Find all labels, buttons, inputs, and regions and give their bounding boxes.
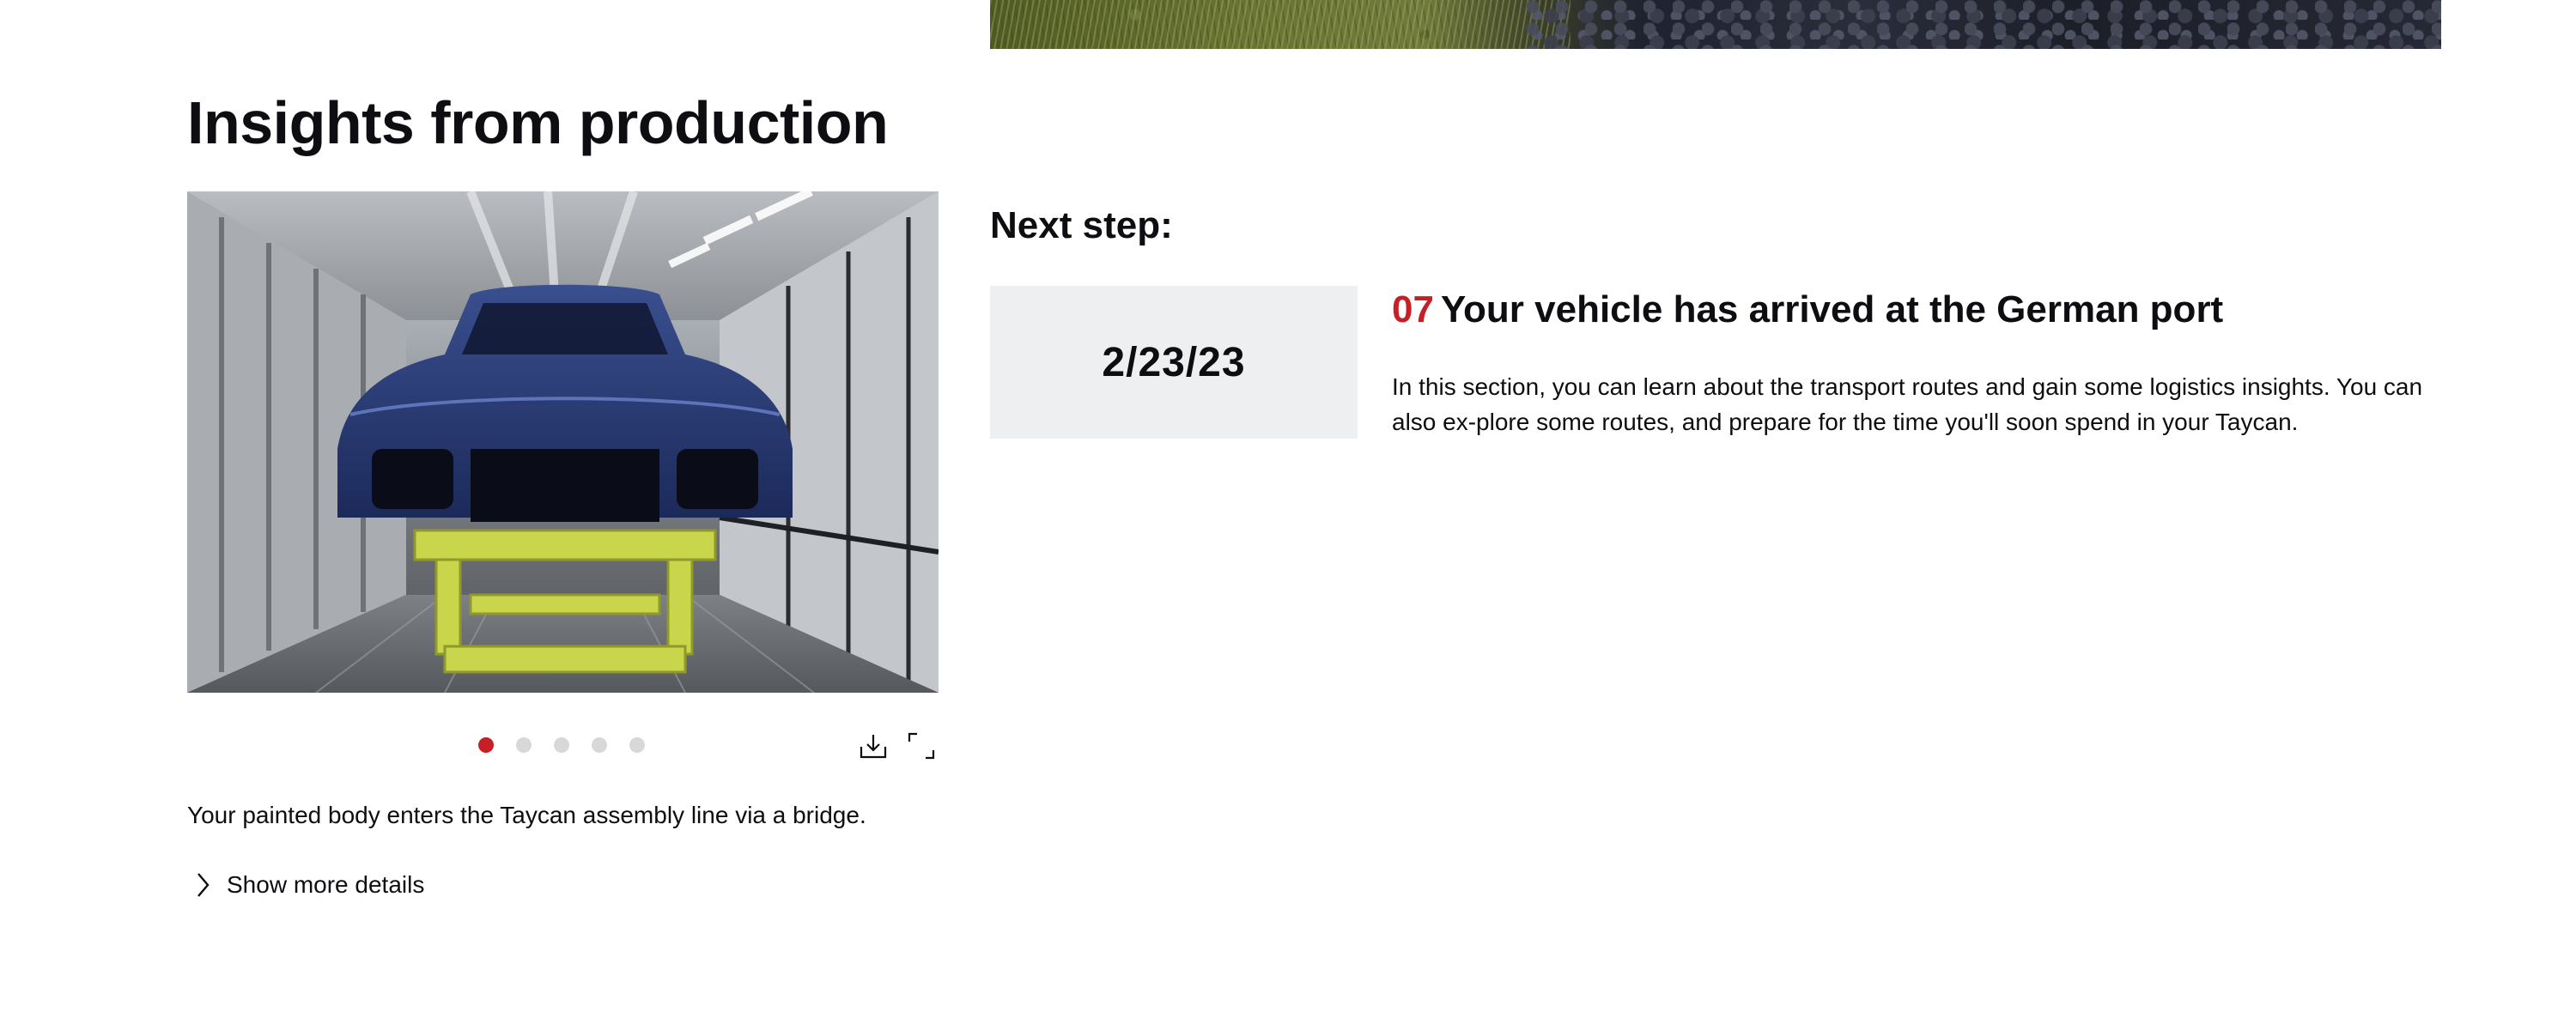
grass-texture [990, 0, 1571, 49]
carousel-dots [478, 737, 645, 753]
step-title: Your vehicle has arrived at the German p… [1440, 288, 2224, 330]
section-title: Insights from production [187, 89, 889, 156]
assembly-line-illustration [187, 191, 939, 693]
step-heading: 07 Your vehicle has arrived at the German… [1392, 284, 2223, 336]
carousel-dot-2[interactable] [516, 737, 532, 753]
next-step-label: Next step: [990, 204, 1173, 246]
chevron-right-icon [197, 873, 210, 897]
show-more-details-label: Show more details [227, 871, 425, 898]
carousel-dot-4[interactable] [592, 737, 607, 753]
gravel-texture [1527, 0, 2441, 49]
production-photo[interactable] [187, 191, 939, 693]
fullscreen-button[interactable] [907, 731, 936, 761]
download-icon [860, 735, 887, 759]
photo-caption: Your painted body enters the Taycan asse… [187, 802, 866, 828]
step-description: In this section, you can learn about the… [1392, 373, 2423, 435]
step-date-box: 2/23/23 [990, 286, 1358, 439]
carousel-dot-3[interactable] [554, 737, 569, 753]
fullscreen-icon [908, 732, 935, 760]
show-more-details-toggle[interactable]: Show more details [191, 868, 424, 902]
carousel-dot-1[interactable] [478, 737, 494, 753]
step-number: 07 [1392, 288, 1434, 330]
download-button[interactable] [859, 731, 888, 761]
carousel-dot-5[interactable] [629, 737, 645, 753]
top-banner-image [990, 0, 2441, 49]
step-date: 2/23/23 [1102, 339, 1246, 385]
